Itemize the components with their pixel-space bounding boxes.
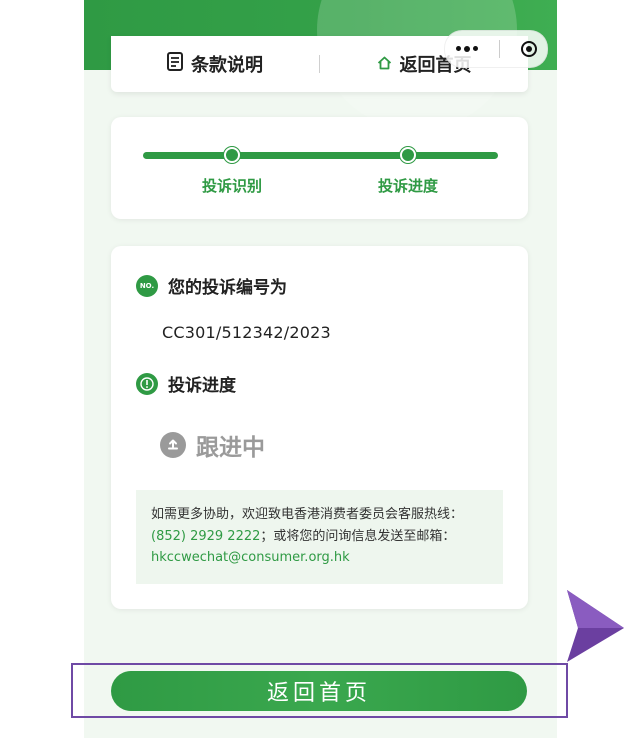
back-to-home-button[interactable]: 返回首页 [111,671,527,711]
email-link[interactable]: hkccwechat@consumer.org.hk [151,550,350,565]
progress-track [143,152,498,159]
complaint-number: CC301/512342/2023 [162,323,331,342]
step-label-2: 投诉进度 [377,177,438,195]
progress-heading: 投诉进度 [136,371,236,396]
status-text: 跟进中 [196,435,265,461]
alert-icon [136,372,158,395]
target-close-icon[interactable] [520,41,537,57]
pointer-arrow-icon [560,588,626,666]
upload-status-icon [160,432,186,458]
capsule-divider [498,40,500,58]
number-badge-icon: NO. [136,274,158,297]
progress-steps-card: 投诉识别 投诉进度 [111,117,528,219]
terms-nav-item[interactable]: 条款说明 [111,51,319,77]
help-info-box: 如需更多协助，欢迎致电香港消费者委员会客服热线： (852) 2929 2222；… [136,490,503,584]
complaint-number-heading: NO. 您的投诉编号为 [136,273,287,298]
progress-title: 投诉进度 [168,376,236,396]
help-text-2: ；或将您的问询信息发送至邮箱： [260,528,456,544]
step-label-1: 投诉识别 [201,177,262,195]
help-text-1: 如需更多协助，欢迎致电香港消费者委员会客服热线： [151,507,464,522]
complaint-number-title: 您的投诉编号为 [168,278,287,298]
home-icon [377,54,392,75]
status-indicator: 跟进中 [160,428,265,462]
mini-program-capsule [444,30,548,68]
terms-label: 条款说明 [191,55,263,76]
step-dot-1 [224,147,240,163]
step-dot-2 [400,147,416,163]
document-icon [167,52,183,76]
hotline-link[interactable]: (852) 2929 2222 [151,529,260,544]
more-dots-icon[interactable] [455,46,478,52]
complaint-info-card: NO. 您的投诉编号为 CC301/512342/2023 投诉进度 跟进中 如… [111,246,528,609]
phone-screen: 条款说明 返回首页 投诉识别 投诉进度 NO. 您的投诉编号为 CC301/51… [84,0,557,738]
